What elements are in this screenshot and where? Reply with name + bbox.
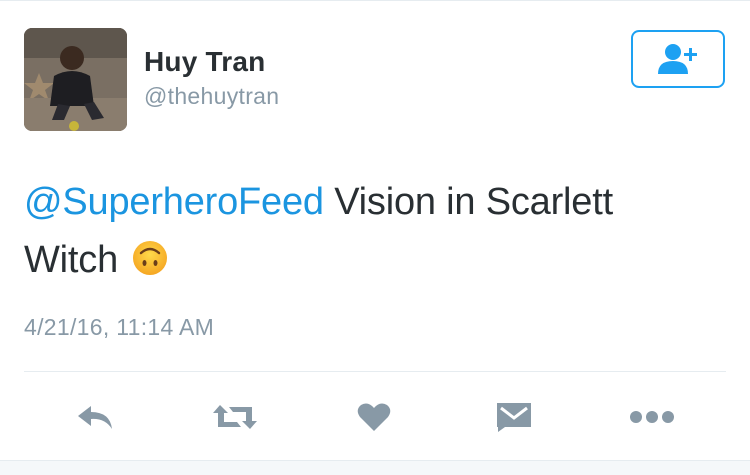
retweet-button[interactable] bbox=[210, 397, 260, 437]
upside-down-face-emoji-icon bbox=[132, 235, 168, 293]
more-button[interactable] bbox=[628, 397, 676, 437]
bottom-strip bbox=[0, 460, 750, 475]
envelope-icon bbox=[497, 403, 531, 432]
tweet-card: Huy Tran @thehuytran @SuperheroFeed Visi… bbox=[0, 0, 750, 460]
heart-icon bbox=[357, 403, 391, 431]
tweet-text: @SuperheroFeed Vision in Scarlett Witch bbox=[24, 173, 714, 293]
divider bbox=[24, 371, 726, 372]
tweet-text-line1: Vision in Scarlett bbox=[323, 181, 613, 223]
tweet-timestamp: 4/21/16, 11:14 AM bbox=[24, 314, 215, 340]
tweet-text-line2: Witch bbox=[24, 239, 119, 281]
display-name[interactable]: Huy Tran bbox=[144, 46, 265, 78]
user-handle[interactable]: @thehuytran bbox=[144, 83, 279, 110]
more-dots-icon bbox=[630, 411, 674, 423]
mention-link[interactable]: @SuperheroFeed bbox=[24, 181, 324, 223]
follow-button[interactable] bbox=[631, 30, 725, 88]
retweet-icon bbox=[213, 405, 257, 429]
reply-icon bbox=[78, 406, 112, 429]
like-button[interactable] bbox=[355, 397, 393, 437]
user-avatar[interactable] bbox=[24, 28, 127, 131]
follow-person-plus-icon bbox=[658, 44, 697, 74]
direct-message-button[interactable] bbox=[494, 397, 534, 437]
reply-button[interactable] bbox=[72, 397, 118, 437]
avatar-photo bbox=[24, 28, 127, 131]
